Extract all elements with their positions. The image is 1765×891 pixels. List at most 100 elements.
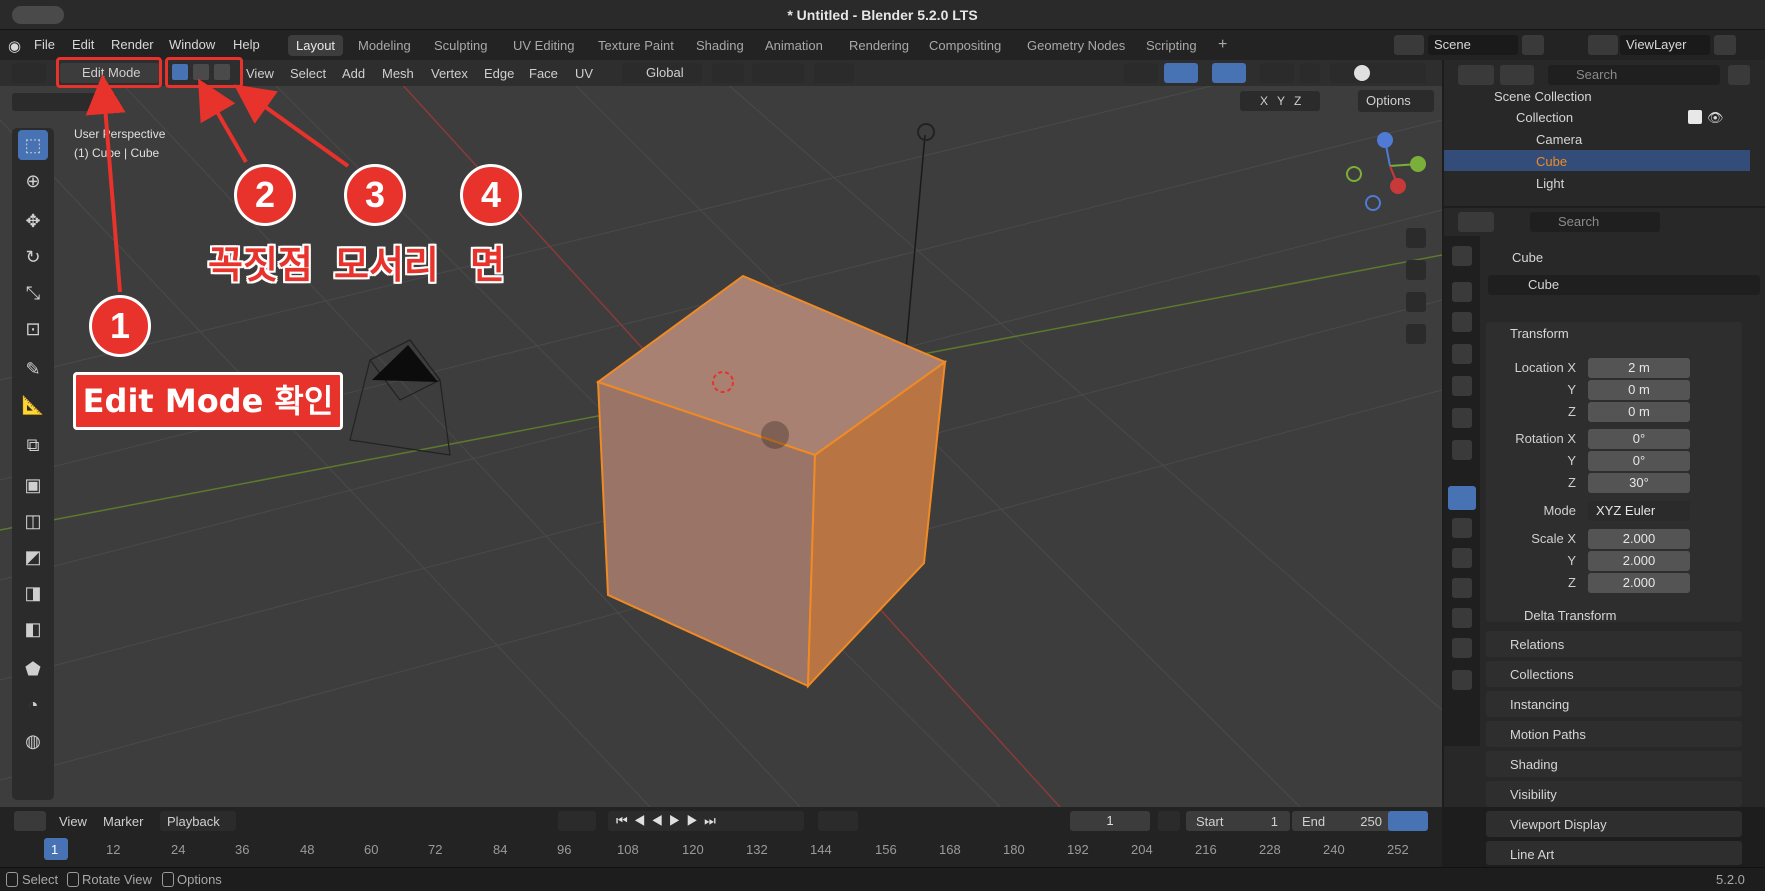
poly-build-tool-icon[interactable]: ⬟ bbox=[18, 654, 48, 684]
scene-selector[interactable]: Scene bbox=[1428, 35, 1518, 55]
scene-tab-icon[interactable] bbox=[1452, 376, 1472, 396]
tool-tab-icon[interactable] bbox=[1452, 246, 1472, 266]
world-tab-icon[interactable] bbox=[1452, 408, 1472, 428]
viewport-display-section[interactable]: Viewport Display bbox=[1486, 811, 1742, 837]
timeline-view-icon[interactable] bbox=[1388, 811, 1428, 831]
scene-icon[interactable] bbox=[1394, 35, 1424, 55]
outliner-cube[interactable]: Cube bbox=[1536, 154, 1567, 169]
end-frame-field[interactable]: End 250 bbox=[1292, 811, 1392, 831]
overlay-icon[interactable] bbox=[1212, 63, 1246, 83]
view-layer-selector[interactable]: ViewLayer bbox=[1620, 35, 1710, 55]
rotation-y-field[interactable]: 0° bbox=[1588, 451, 1690, 471]
axis-z[interactable]: Z bbox=[1294, 94, 1310, 108]
timeline-menu-view[interactable]: View bbox=[59, 814, 87, 829]
snap-icon[interactable] bbox=[752, 63, 804, 83]
material-tab-icon[interactable] bbox=[1452, 670, 1472, 690]
delta-transform-header[interactable]: Delta Transform bbox=[1524, 608, 1616, 623]
pivot-icon[interactable] bbox=[712, 63, 744, 83]
playback-controls[interactable]: ⏮◀◀▶▶⏭ bbox=[608, 811, 804, 831]
object-name-label[interactable]: Cube bbox=[1512, 250, 1543, 265]
location-x-field[interactable]: 2 m bbox=[1588, 358, 1690, 378]
tab-scripting[interactable]: Scripting bbox=[1138, 35, 1205, 56]
view-layer-tab-icon[interactable] bbox=[1452, 344, 1472, 364]
render-tab-icon[interactable] bbox=[1452, 282, 1472, 302]
output-tab-icon[interactable] bbox=[1452, 312, 1472, 332]
scale-x-field[interactable]: 2.000 bbox=[1588, 529, 1690, 549]
visibility-icon[interactable] bbox=[1124, 63, 1158, 83]
properties-editor-icon[interactable] bbox=[1458, 212, 1494, 232]
measure-tool-icon[interactable]: 📐 bbox=[18, 390, 48, 420]
smooth-tool-icon[interactable]: ◍ bbox=[18, 726, 48, 756]
options-dropdown[interactable]: Options bbox=[1358, 90, 1434, 112]
outliner-search[interactable]: Search bbox=[1548, 65, 1720, 85]
rotation-z-field[interactable]: 30° bbox=[1588, 473, 1690, 493]
collection-tab-icon[interactable] bbox=[1452, 440, 1472, 460]
knife-tool-icon[interactable]: ◧ bbox=[18, 614, 48, 644]
properties-search[interactable]: Search bbox=[1530, 212, 1660, 232]
keying-icon[interactable] bbox=[558, 811, 596, 831]
rotation-mode-select[interactable]: XYZ Euler bbox=[1588, 501, 1690, 521]
timeline-menu-playback[interactable]: Playback bbox=[160, 811, 236, 831]
object-tab-icon[interactable] bbox=[1448, 486, 1476, 510]
transform-header[interactable]: Transform bbox=[1510, 326, 1569, 341]
instancing-section[interactable]: Instancing bbox=[1486, 691, 1742, 717]
scene-collection-label[interactable]: Scene Collection bbox=[1494, 89, 1592, 104]
spin-tool-icon[interactable]: ◔ bbox=[18, 690, 48, 720]
camera-view-icon[interactable] bbox=[1406, 292, 1426, 312]
tab-shading[interactable]: Shading bbox=[688, 35, 752, 56]
outliner-cube-row[interactable] bbox=[1444, 150, 1750, 171]
outliner-camera[interactable]: Camera bbox=[1536, 132, 1582, 147]
shading-modes[interactable] bbox=[1330, 63, 1426, 83]
filter-icon[interactable] bbox=[1728, 65, 1750, 85]
tab-compositing[interactable]: Compositing bbox=[921, 35, 1009, 56]
tab-texture-paint[interactable]: Texture Paint bbox=[590, 35, 682, 56]
start-frame-field[interactable]: Start 1 bbox=[1186, 811, 1290, 831]
new-scene-icon[interactable] bbox=[1522, 35, 1544, 55]
timeline-menu-marker[interactable]: Marker bbox=[103, 814, 143, 829]
shading-section[interactable]: Shading bbox=[1486, 751, 1742, 777]
collection-checkbox[interactable] bbox=[1688, 110, 1702, 124]
axis-x[interactable]: X bbox=[1260, 94, 1277, 108]
tab-rendering[interactable]: Rendering bbox=[841, 35, 917, 56]
physics-tab-icon[interactable] bbox=[1452, 578, 1472, 598]
gizmo-icon[interactable] bbox=[1164, 63, 1198, 83]
current-frame-field[interactable]: 1 bbox=[1070, 811, 1150, 831]
annotate-tool-icon[interactable]: ✎ bbox=[18, 354, 48, 384]
mirror-axes[interactable]: XYZ bbox=[1240, 91, 1320, 111]
particles-tab-icon[interactable] bbox=[1452, 548, 1472, 568]
motion-paths-section[interactable]: Motion Paths bbox=[1486, 721, 1742, 747]
scale-z-field[interactable]: 2.000 bbox=[1588, 573, 1690, 593]
axis-y[interactable]: Y bbox=[1277, 94, 1294, 108]
loop-cut-tool-icon[interactable]: ◨ bbox=[18, 578, 48, 608]
eye-icon[interactable]: 👁 bbox=[1707, 110, 1724, 126]
mesh-overlay-icon[interactable] bbox=[1260, 63, 1294, 83]
outliner-light[interactable]: Light bbox=[1536, 176, 1564, 191]
scale-y-field[interactable]: 2.000 bbox=[1588, 551, 1690, 571]
timeline-editor-icon[interactable] bbox=[14, 811, 46, 831]
transform-orientation[interactable]: Global bbox=[622, 63, 702, 83]
collections-section[interactable]: Collections bbox=[1486, 661, 1742, 687]
zoom-icon[interactable] bbox=[1406, 228, 1426, 248]
pan-hand-icon[interactable] bbox=[1406, 260, 1426, 280]
rotation-x-field[interactable]: 0° bbox=[1588, 429, 1690, 449]
auto-key-icon[interactable] bbox=[818, 811, 858, 831]
location-z-field[interactable]: 0 m bbox=[1588, 402, 1690, 422]
constraints-tab-icon[interactable] bbox=[1452, 608, 1472, 628]
bevel-tool-icon[interactable]: ◩ bbox=[18, 542, 48, 572]
solid-shading-icon[interactable] bbox=[1354, 65, 1370, 81]
visibility-section[interactable]: Visibility bbox=[1486, 781, 1742, 807]
menu-uv[interactable]: UV bbox=[575, 66, 593, 81]
outliner-editor-icon[interactable] bbox=[1458, 65, 1494, 85]
proportional-edit-icon[interactable] bbox=[814, 63, 854, 83]
ortho-grid-icon[interactable] bbox=[1406, 324, 1426, 344]
view-layer-icon[interactable] bbox=[1588, 35, 1618, 55]
modifier-tab-icon[interactable] bbox=[1452, 518, 1472, 538]
add-cube-tool-icon[interactable]: ⧉ bbox=[18, 430, 48, 460]
inset-tool-icon[interactable]: ◫ bbox=[18, 506, 48, 536]
xray-icon[interactable] bbox=[1300, 63, 1320, 83]
navigation-gizmo[interactable] bbox=[1340, 128, 1440, 212]
clock-icon[interactable] bbox=[1158, 811, 1180, 831]
line-art-section[interactable]: Line Art bbox=[1486, 841, 1742, 865]
tab-animation[interactable]: Animation bbox=[757, 35, 831, 56]
collection-label[interactable]: Collection bbox=[1516, 110, 1573, 125]
